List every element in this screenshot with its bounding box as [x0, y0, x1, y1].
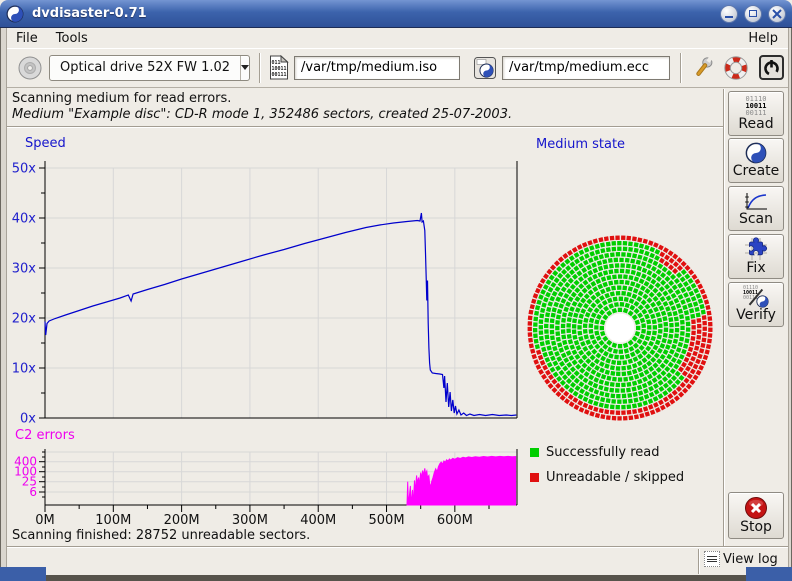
medium-state-disc: [524, 232, 718, 424]
drive-selector-value: Optical drive 52X FW 1.02: [50, 60, 240, 75]
quit-button[interactable]: [758, 54, 785, 81]
app-window: dvdisaster-0.71 File Tools Help Optical …: [0, 0, 792, 581]
scan-button[interactable]: Scan: [728, 186, 784, 231]
svg-text:400: 400: [14, 455, 37, 469]
close-icon: [772, 9, 782, 19]
view-log-button[interactable]: View log: [704, 551, 778, 567]
svg-text:600M: 600M: [437, 513, 473, 528]
footer-separator: [698, 549, 700, 574]
read-button[interactable]: 01110 10011 00111 Read: [728, 91, 784, 136]
iso-image-icon: 011 10011 00111: [269, 55, 289, 80]
curve-chart-icon: [743, 191, 769, 212]
app-icon: [6, 5, 24, 23]
c2-chart-title: C2 errors: [15, 428, 75, 443]
toolbar-separator: [259, 53, 261, 83]
window-border-right: [788, 28, 792, 575]
verify-button[interactable]: 01110 10011 00111 Verify: [728, 282, 784, 327]
ecc-file-icon: [473, 56, 497, 80]
svg-text:100M: 100M: [95, 513, 131, 528]
svg-text:300M: 300M: [232, 513, 268, 528]
fix-button[interactable]: Fix: [728, 234, 784, 279]
close-button[interactable]: [768, 5, 786, 23]
separator: [7, 126, 723, 128]
stop-icon: [744, 496, 768, 520]
window-border-bottom: [0, 575, 792, 581]
svg-text:6: 6: [29, 485, 37, 499]
legend-item-read: Successfully read: [530, 440, 684, 465]
speed-chart-title: Speed: [25, 136, 66, 151]
menu-file[interactable]: File: [7, 30, 47, 47]
red-swatch-icon: [530, 473, 539, 482]
green-swatch-icon: [530, 448, 539, 457]
svg-text:00111: 00111: [272, 72, 287, 78]
sidebar-separator: [723, 89, 725, 546]
log-list-icon: [704, 551, 720, 567]
ecc-path-input[interactable]: [502, 56, 670, 80]
view-log-label: View log: [723, 552, 778, 567]
separator: [7, 546, 788, 548]
stop-button[interactable]: Stop: [728, 492, 784, 539]
menubar: File Tools Help: [7, 28, 788, 48]
verify-compare-icon: 01110 10011 00111: [743, 286, 769, 308]
minimize-button[interactable]: [720, 5, 738, 23]
titlebar[interactable]: dvdisaster-0.71: [0, 0, 792, 28]
svg-text:500M: 500M: [369, 513, 405, 528]
yinyang-icon: [745, 142, 767, 164]
legend-item-unreadable: Unreadable / skipped: [530, 465, 684, 490]
status-message: Scanning medium for read errors.: [12, 91, 231, 106]
svg-text:50x: 50x: [12, 162, 37, 177]
power-icon: [760, 56, 783, 79]
svg-text:0x: 0x: [20, 412, 36, 427]
medium-state-title: Medium state: [536, 137, 625, 152]
help-button[interactable]: [722, 54, 750, 82]
svg-text:200M: 200M: [164, 513, 200, 528]
medium-info: Medium "Example disc": CD-R mode 1, 3524…: [12, 107, 512, 122]
svg-text:25: 25: [22, 475, 37, 489]
toolbar-separator: [680, 53, 682, 83]
drive-icon: [17, 55, 43, 81]
create-button[interactable]: Create: [728, 138, 784, 183]
minimize-icon: [725, 16, 733, 18]
menu-help[interactable]: Help: [738, 30, 788, 47]
puzzle-piece-icon: [743, 237, 769, 261]
iso-path-input[interactable]: [294, 56, 460, 80]
svg-text:0M: 0M: [35, 513, 55, 528]
combo-arrow-box[interactable]: [240, 56, 249, 80]
toolbar: Optical drive 52X FW 1.02 011 10011 0011…: [7, 48, 788, 88]
window-border-left: [0, 28, 7, 575]
lifebuoy-icon: [725, 56, 747, 78]
chevron-down-icon: [241, 65, 249, 70]
footer-status: Scanning finished: 28752 unreadable sect…: [12, 528, 310, 543]
svg-text:40x: 40x: [12, 212, 37, 227]
wrench-icon: [694, 55, 714, 78]
svg-text:100: 100: [14, 465, 37, 479]
svg-text:400M: 400M: [300, 513, 336, 528]
maximize-icon: [749, 10, 757, 17]
svg-text:10x: 10x: [12, 362, 37, 377]
medium-state-legend: Successfully read Unreadable / skipped: [530, 440, 684, 490]
preferences-button[interactable]: [690, 54, 716, 82]
svg-text:30x: 30x: [12, 262, 37, 277]
binary-read-icon: 01110 10011 00111: [745, 96, 766, 117]
drive-selector[interactable]: Optical drive 52X FW 1.02: [49, 55, 250, 81]
menu-tools[interactable]: Tools: [47, 30, 97, 47]
window-title: dvdisaster-0.71: [32, 6, 147, 21]
svg-text:20x: 20x: [12, 312, 37, 327]
maximize-button[interactable]: [744, 5, 762, 23]
